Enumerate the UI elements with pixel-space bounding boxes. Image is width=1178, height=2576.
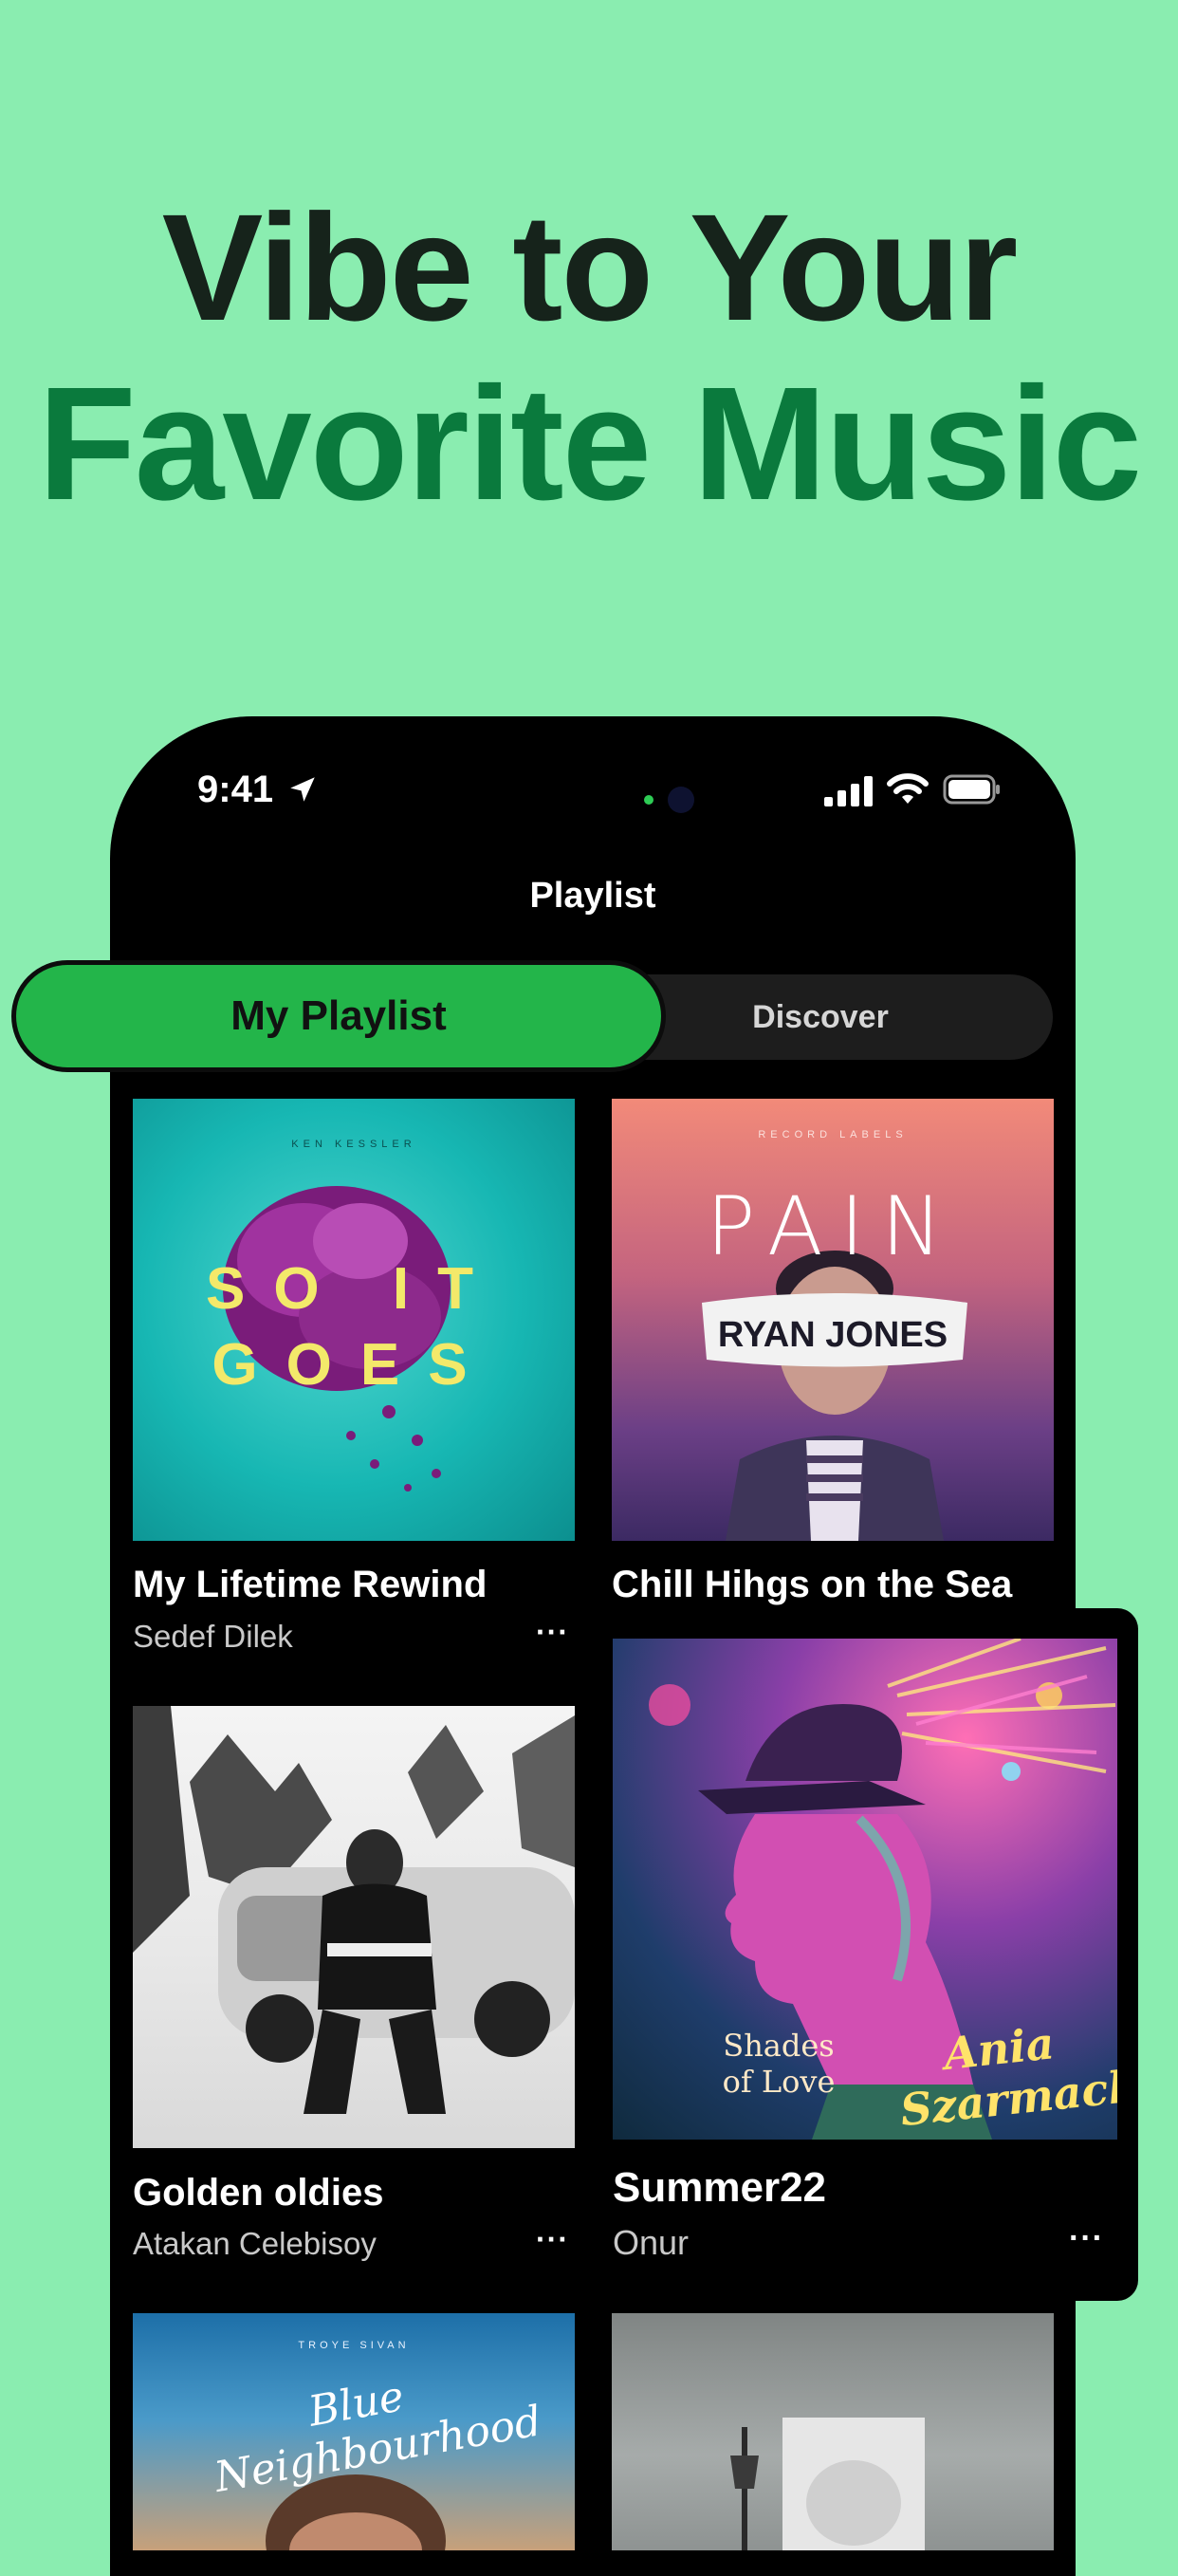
playlist-title: Golden oldies [133,2172,384,2214]
playlist-cover [612,2313,1054,2550]
cover-word-bottom: RYAN JONES [717,1315,948,1355]
playlist-owner: Atakan Celebisoy [133,2226,377,2261]
playlist-owner: Onur [613,2223,690,2262]
playlist-cover: RECORD LABELS PAIN RYAN JONES [612,1099,1054,1541]
more-options-icon[interactable]: ··· [536,2222,569,2257]
statue-photo-artwork [730,2418,925,2550]
privacy-indicator-dot [644,795,653,805]
more-options-icon[interactable]: ··· [1069,2220,1104,2257]
cellular-signal-icon [824,776,873,806]
battery-icon [943,774,1000,805]
cover-small-caption: TROYE SIVAN [298,2340,410,2351]
playlist-title: Summer22 [613,2164,827,2211]
cover-small-caption: KEN KESSLER [291,1139,416,1150]
status-bar: 9:41 [110,716,1076,868]
car-photo-artwork [133,1706,575,2114]
cover-small-caption: RECORD LABELS [758,1129,908,1140]
screen-title: Playlist [529,876,656,916]
more-options-icon[interactable]: ··· [536,1615,569,1650]
camera-lens [668,787,694,813]
cover-word-left: Shades of Love [722,2028,836,2100]
playlist-cover: TROYE SIVAN Blue Neighbourhood [133,2313,575,2550]
cover-word-top: SO IT [206,1256,502,1322]
headline-line-2: Favorite Music [37,354,1142,534]
playlist-cover: Shades of Love Ania Szarmach [613,1639,1117,2140]
cover-word-bottom: GOES [212,1332,496,1398]
cover-word-top: PAIN [706,1179,960,1274]
playlist-title: Chill Hihgs on the Sea [612,1564,1013,1605]
wifi-icon [887,773,929,804]
headline-line-1: Vibe to Your [161,182,1019,352]
playlist-cover [133,1706,575,2148]
featured-playlist-card[interactable]: Shades of Love Ania Szarmach Summer22 On… [598,1608,1138,2301]
playlist-cover: KEN KESSLER SO IT GOES [133,1099,575,1541]
playlist-title: My Lifetime Rewind [133,1564,488,1605]
tab-discover[interactable]: Discover [683,974,958,1060]
cover-word-right: Ania Szarmach [897,2017,1117,2137]
location-arrow-icon [290,777,315,802]
tab-my-playlist[interactable]: My Playlist [11,960,666,1072]
playlist-owner: Sedef Dilek [133,1619,293,1654]
status-time: 9:41 [197,769,274,810]
